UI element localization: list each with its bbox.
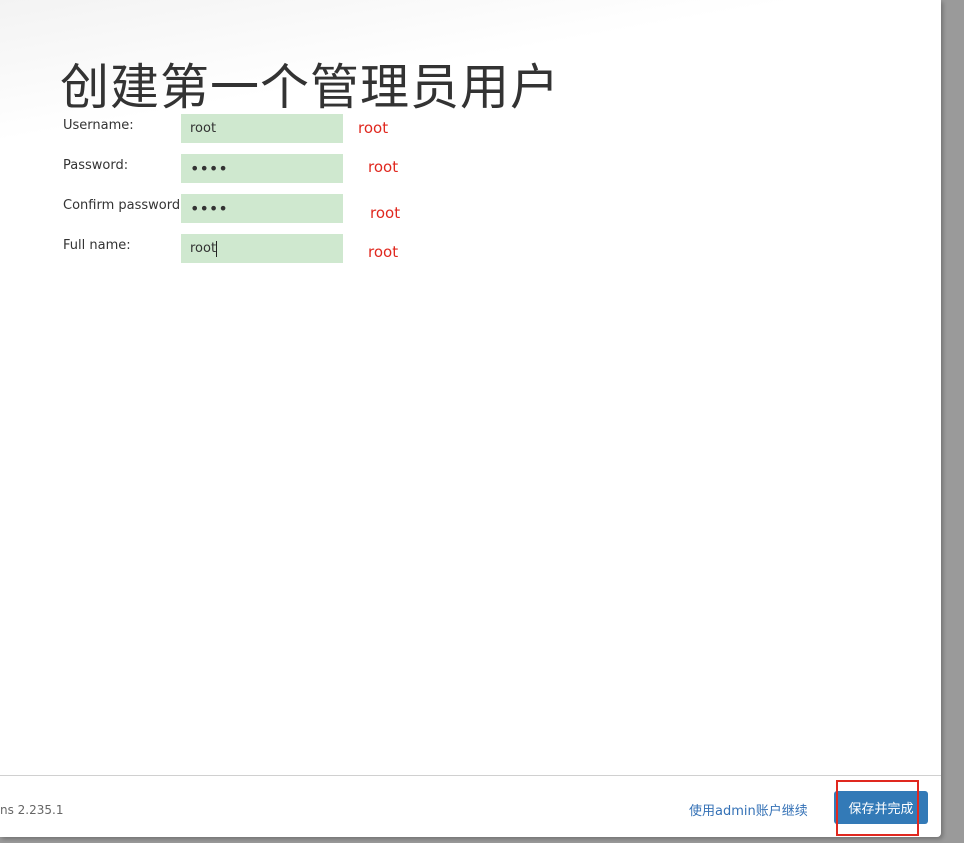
password-label: Password: <box>63 158 129 173</box>
username-row: Username: root <box>63 114 483 144</box>
confirm-password-label: Confirm password: <box>63 198 185 213</box>
save-and-finish-button[interactable]: 保存并完成 <box>834 791 928 824</box>
full-name-row: Full name: root <box>63 234 483 264</box>
password-input[interactable]: •••• <box>181 154 343 183</box>
username-input[interactable]: root <box>181 114 343 143</box>
setup-wizard-panel: 创建第一个管理员用户 Username: root root Password:… <box>0 0 941 837</box>
continue-as-admin-link[interactable]: 使用admin账户继续 <box>689 800 808 819</box>
password-annotation: root <box>368 158 399 176</box>
full-name-annotation: root <box>368 243 399 261</box>
page-title: 创建第一个管理员用户 <box>60 59 561 116</box>
full-name-value: root <box>190 241 217 256</box>
confirm-password-input[interactable]: •••• <box>181 194 343 223</box>
username-annotation: root <box>358 119 389 137</box>
confirm-password-annotation: root <box>370 204 401 222</box>
confirm-password-row: Confirm password: •••• <box>63 194 483 224</box>
full-name-input[interactable]: root <box>181 234 343 263</box>
text-caret <box>216 240 218 257</box>
full-name-label: Full name: <box>63 238 131 253</box>
username-label: Username: <box>63 118 134 133</box>
wizard-footer: ns 2.235.1 使用admin账户继续 保存并完成 <box>0 775 941 838</box>
password-row: Password: •••• <box>63 154 483 184</box>
version-label: ns 2.235.1 <box>0 803 64 817</box>
